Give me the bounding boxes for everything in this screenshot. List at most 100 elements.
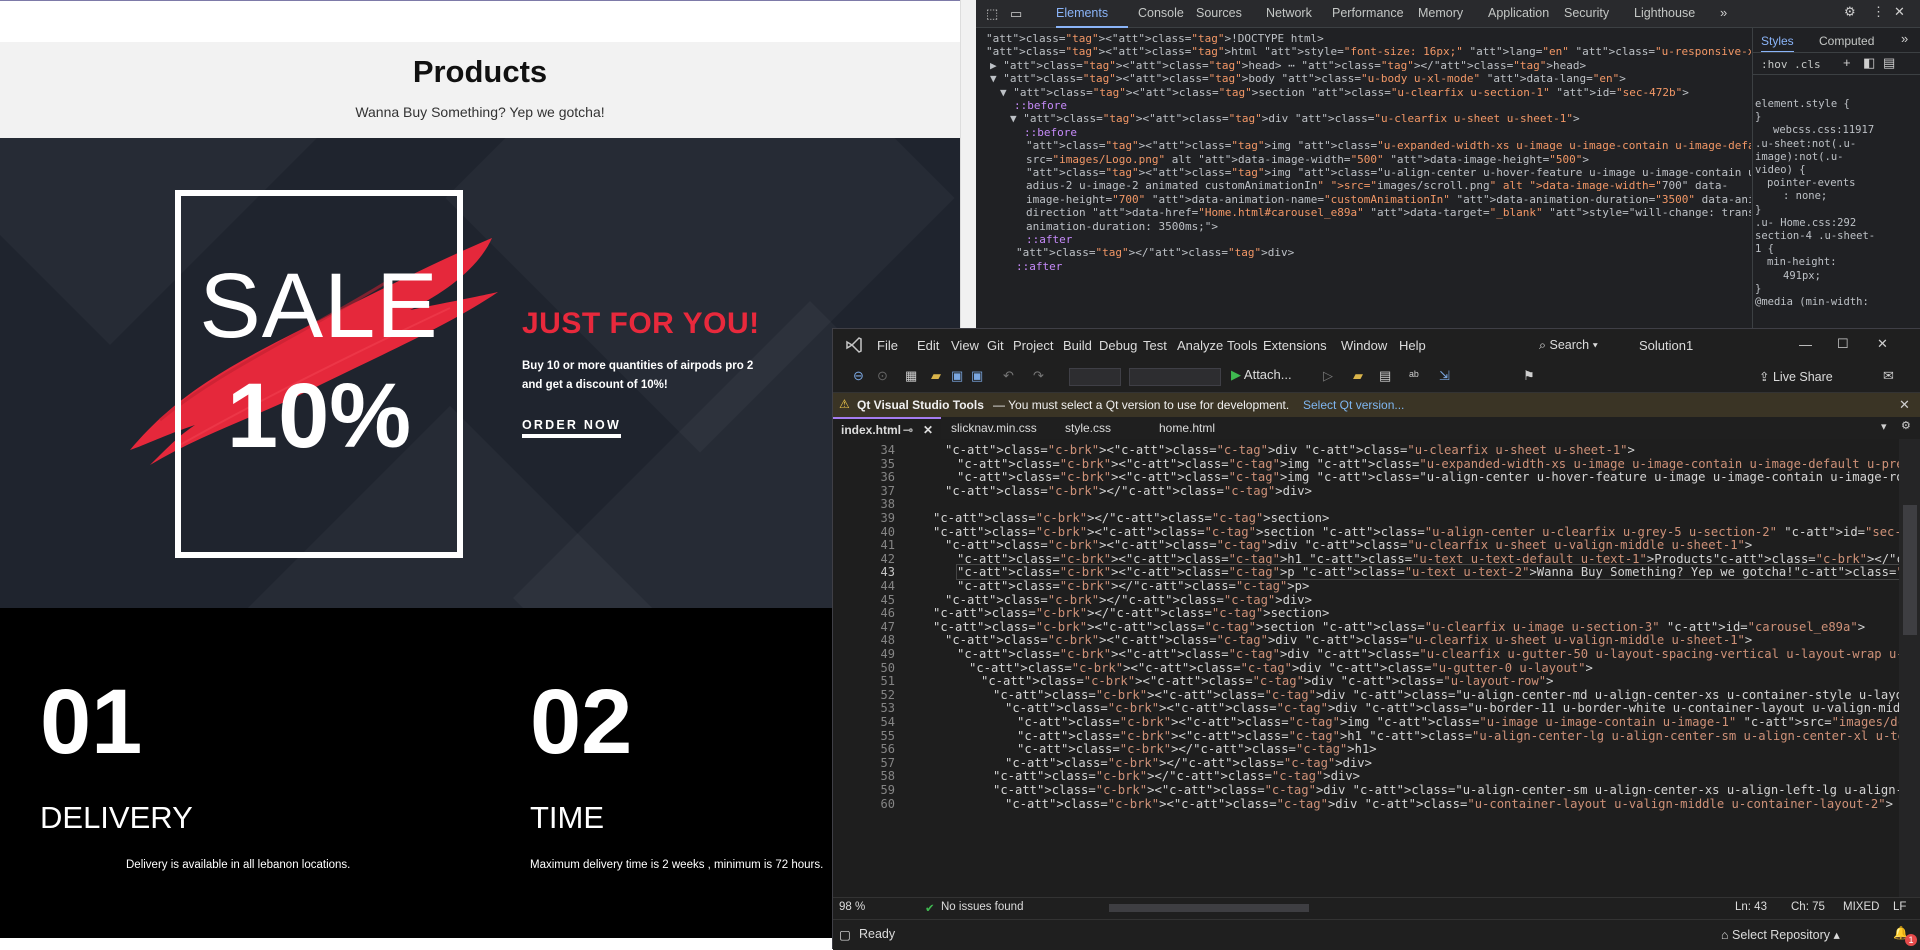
code-line[interactable]: "c-att">class="c-brk"></"c-att">class="c… bbox=[945, 484, 1312, 498]
menu-project[interactable]: Project bbox=[1013, 338, 1053, 353]
line-ending[interactable]: LF bbox=[1893, 901, 1906, 913]
devtools-tab-sources[interactable]: Sources bbox=[1196, 6, 1242, 20]
menu-debug[interactable]: Debug bbox=[1099, 338, 1137, 353]
undo-icon[interactable]: ↶ bbox=[1003, 368, 1014, 384]
code-line[interactable]: "c-att">class="c-brk"><"c-att">class="c-… bbox=[945, 443, 1635, 457]
close-tab-icon[interactable]: ✕ bbox=[923, 423, 933, 437]
bookmark-icon[interactable]: ⚑ bbox=[1523, 368, 1535, 384]
dom-node-line[interactable]: direction "att">data-href="Home.html#car… bbox=[1026, 206, 1751, 219]
maximize-icon[interactable]: ☐ bbox=[1837, 336, 1849, 352]
code-line[interactable]: "c-att">class="c-brk"></"c-att">class="c… bbox=[933, 606, 1329, 620]
code-line[interactable]: "c-att">class="c-brk"><"c-att">class="c-… bbox=[1005, 701, 1920, 715]
select-qt-version-link[interactable]: Select Qt version... bbox=[1303, 398, 1404, 412]
whitespace-mode[interactable]: MIXED bbox=[1843, 901, 1879, 913]
code-line[interactable]: "c-att">class="c-brk"><"c-att">class="c-… bbox=[1017, 729, 1920, 743]
search-box[interactable]: ⌕ Search ▾ bbox=[1539, 338, 1598, 353]
code-line[interactable]: "c-att">class="c-brk"><"c-att">class="c-… bbox=[993, 688, 1920, 702]
code-line[interactable]: "c-att">class="c-brk"></"c-att">class="c… bbox=[1005, 756, 1372, 770]
start-without-debugging-icon[interactable]: ▷ bbox=[1323, 368, 1333, 384]
more-tabs-icon[interactable]: » bbox=[1901, 31, 1908, 46]
devtools-tab-lighthouse[interactable]: Lighthouse bbox=[1634, 6, 1695, 20]
inspect-element-icon[interactable]: ⬚ bbox=[986, 6, 998, 22]
code-line[interactable]: "c-att">class="c-brk"></"c-att">class="c… bbox=[933, 511, 1329, 525]
code-line[interactable]: "c-att">class="c-brk"><"c-att">class="c-… bbox=[956, 564, 1920, 581]
toggle-element-state-icon[interactable]: ◧ bbox=[1863, 55, 1875, 71]
layout-icon[interactable]: ▤ bbox=[1379, 368, 1391, 384]
navigate-forward-icon[interactable]: ⊙ bbox=[877, 368, 888, 384]
code-line[interactable]: "c-att">class="c-brk"><"c-att">class="c-… bbox=[933, 525, 1920, 539]
close-window-icon[interactable]: ✕ bbox=[1877, 336, 1888, 352]
dom-node-line[interactable]: image-height="700" "att">data-animation-… bbox=[1026, 193, 1751, 206]
device-toolbar-icon[interactable]: ▭ bbox=[1010, 6, 1022, 22]
live-share-button[interactable]: ⇪ Live Share bbox=[1759, 369, 1833, 384]
code-line[interactable]: "c-att">class="c-brk"><"c-att">class="c-… bbox=[957, 470, 1920, 484]
menu-edit[interactable]: Edit bbox=[917, 338, 939, 353]
menu-git[interactable]: Git bbox=[987, 338, 1004, 353]
more-tabs-icon[interactable]: » bbox=[1720, 5, 1727, 20]
menu-analyze[interactable]: Analyze bbox=[1177, 338, 1223, 353]
tab-style-css[interactable]: style.css bbox=[1057, 417, 1147, 439]
code-line[interactable]: "c-att">class="c-brk"><"c-att">class="c-… bbox=[957, 552, 1920, 566]
minimize-icon[interactable]: — bbox=[1799, 337, 1812, 352]
gear-icon[interactable]: ⚙ bbox=[1844, 4, 1856, 20]
dom-node-line[interactable]: ::before bbox=[1024, 126, 1077, 139]
dom-node-line[interactable]: ::after bbox=[1016, 260, 1062, 273]
horizontal-scrollbar[interactable] bbox=[1109, 904, 1309, 912]
devtools-tab-application[interactable]: Application bbox=[1488, 6, 1549, 20]
close-icon[interactable]: ✕ bbox=[1894, 4, 1905, 20]
devtools-tab-elements[interactable]: Elements bbox=[1056, 6, 1108, 20]
dom-node-line[interactable]: "att">class="tag"></"att">class="tag">di… bbox=[1016, 246, 1294, 259]
save-all-icon[interactable]: ▣ bbox=[971, 368, 983, 384]
add-rule-icon[interactable]: + bbox=[1843, 55, 1851, 70]
code-line[interactable]: "c-att">class="c-brk"><"c-att">class="c-… bbox=[957, 457, 1920, 471]
menu-test[interactable]: Test bbox=[1143, 338, 1167, 353]
pin-icon[interactable]: ⊸ bbox=[903, 423, 913, 437]
computed-sidebar-icon[interactable]: ▤ bbox=[1883, 55, 1895, 71]
cursor-icon[interactable]: ⇲ bbox=[1439, 368, 1450, 384]
tab-index-html[interactable]: index.html ⊸ ✕ bbox=[833, 417, 941, 439]
gear-icon[interactable]: ⚙ bbox=[1901, 419, 1911, 432]
styles-filter[interactable]: :hov .cls bbox=[1761, 58, 1821, 71]
select-repository-button[interactable]: ⌂ Select Repository ▴ bbox=[1721, 927, 1840, 942]
dom-node-line[interactable]: ▶ "att">class="tag"><"att">class="tag">h… bbox=[990, 59, 1586, 72]
dom-node-line[interactable]: "att">class="tag"><"att">class="tag">htm… bbox=[986, 45, 1751, 58]
menu-window[interactable]: Window bbox=[1341, 338, 1387, 353]
menu-help[interactable]: Help bbox=[1399, 338, 1426, 353]
dom-node-line[interactable]: src="images/Logo.png" alt "att">data-ima… bbox=[1026, 153, 1589, 166]
zoom-level[interactable]: 98 % bbox=[839, 901, 865, 913]
code-line[interactable]: "c-att">class="c-brk"></"c-att">class="c… bbox=[1017, 742, 1377, 756]
menu-file[interactable]: File bbox=[877, 338, 898, 353]
code-editor[interactable]: 34 "c-att">class="c-brk"><"c-att">class="… bbox=[833, 439, 1920, 897]
devtools-tab-network[interactable]: Network bbox=[1266, 6, 1312, 20]
attach-button[interactable]: ▶ Attach... bbox=[1231, 367, 1292, 383]
menu-build[interactable]: Build bbox=[1063, 338, 1092, 353]
code-line[interactable]: "c-att">class="c-brk"></"c-att">class="c… bbox=[945, 593, 1312, 607]
code-line[interactable]: "c-att">class="c-brk"></"c-att">class="c… bbox=[957, 579, 1309, 593]
computed-tab[interactable]: Computed bbox=[1819, 34, 1874, 48]
dom-node-line[interactable]: ▼ "att">class="tag"><"att">class="tag">s… bbox=[1000, 86, 1689, 99]
code-line[interactable]: "c-att">class="c-brk"><"c-att">class="c-… bbox=[993, 783, 1920, 797]
navigate-back-icon[interactable]: ⊖ bbox=[853, 368, 864, 384]
code-line[interactable]: "c-att">class="c-brk"></"c-att">class="c… bbox=[993, 769, 1360, 783]
code-line[interactable]: "c-att">class="c-brk"><"c-att">class="c-… bbox=[1017, 715, 1920, 729]
dom-node-line[interactable]: ▼ "att">class="tag"><"att">class="tag">b… bbox=[990, 72, 1626, 85]
code-line[interactable]: "c-att">class="c-brk"><"c-att">class="c-… bbox=[945, 538, 1752, 552]
dom-node-line[interactable]: animation-duration: 3500ms;"> bbox=[1026, 220, 1218, 233]
feedback-icon[interactable]: ✉ bbox=[1883, 368, 1894, 384]
tab-slicknav-css[interactable]: slicknav.min.css bbox=[943, 417, 1053, 439]
dom-node-line[interactable]: "att">class="tag"><"att">class="tag">!DO… bbox=[986, 32, 1324, 45]
spell-check-icon[interactable]: ᵃᵇ bbox=[1409, 368, 1419, 383]
save-icon[interactable]: ▣ bbox=[951, 368, 963, 384]
styles-tab[interactable]: Styles bbox=[1761, 34, 1794, 53]
code-line[interactable]: "c-att">class="c-brk"><"c-att">class="c-… bbox=[1005, 797, 1893, 811]
issues-status[interactable]: No issues found bbox=[941, 901, 1023, 913]
menu-view[interactable]: View bbox=[951, 338, 979, 353]
dom-node-line[interactable]: ▼ "att">class="tag"><"att">class="tag">d… bbox=[1010, 112, 1580, 125]
folder-icon[interactable]: ▰ bbox=[1353, 368, 1363, 384]
dom-node-line[interactable]: adius-2 u-image-2 animated customAnimati… bbox=[1026, 179, 1728, 192]
close-infobar-icon[interactable]: ✕ bbox=[1899, 397, 1910, 413]
dom-node-line[interactable]: "att">class="tag"><"att">class="tag">img… bbox=[1026, 166, 1751, 179]
dom-node-line[interactable]: "att">class="tag"><"att">class="tag">img… bbox=[1026, 139, 1751, 152]
code-line[interactable]: "c-att">class="c-brk"><"c-att">class="c-… bbox=[933, 620, 1865, 634]
dom-node-line[interactable]: ::before bbox=[1014, 99, 1067, 112]
